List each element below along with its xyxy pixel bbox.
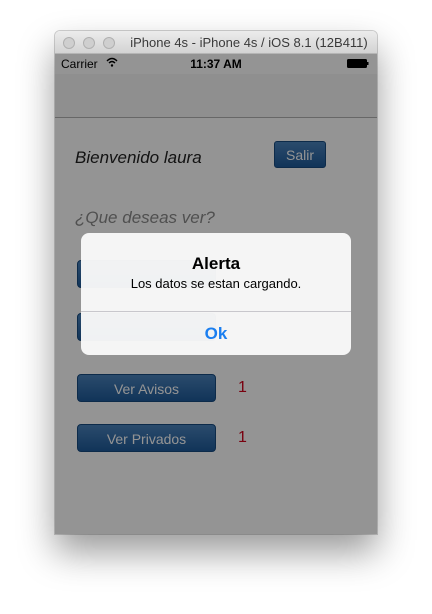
close-window-button[interactable]	[63, 37, 75, 49]
window-title: iPhone 4s - iPhone 4s / iOS 8.1 (12B411)	[130, 35, 368, 50]
alert-ok-button[interactable]: Ok	[81, 312, 351, 355]
alert-dialog: Alerta Los datos se estan cargando. Ok	[81, 233, 351, 355]
window-titlebar: iPhone 4s - iPhone 4s / iOS 8.1 (12B411)	[55, 31, 377, 54]
alert-title: Alerta	[191, 254, 241, 273]
alert-message: Los datos se estan cargando.	[130, 276, 302, 291]
device-screen: Carrier 11:37 AM Bienvenido laura Salir …	[55, 54, 377, 534]
zoom-window-button[interactable]	[103, 37, 115, 49]
minimize-window-button[interactable]	[83, 37, 95, 49]
simulator-window: iPhone 4s - iPhone 4s / iOS 8.1 (12B411)…	[55, 31, 377, 534]
